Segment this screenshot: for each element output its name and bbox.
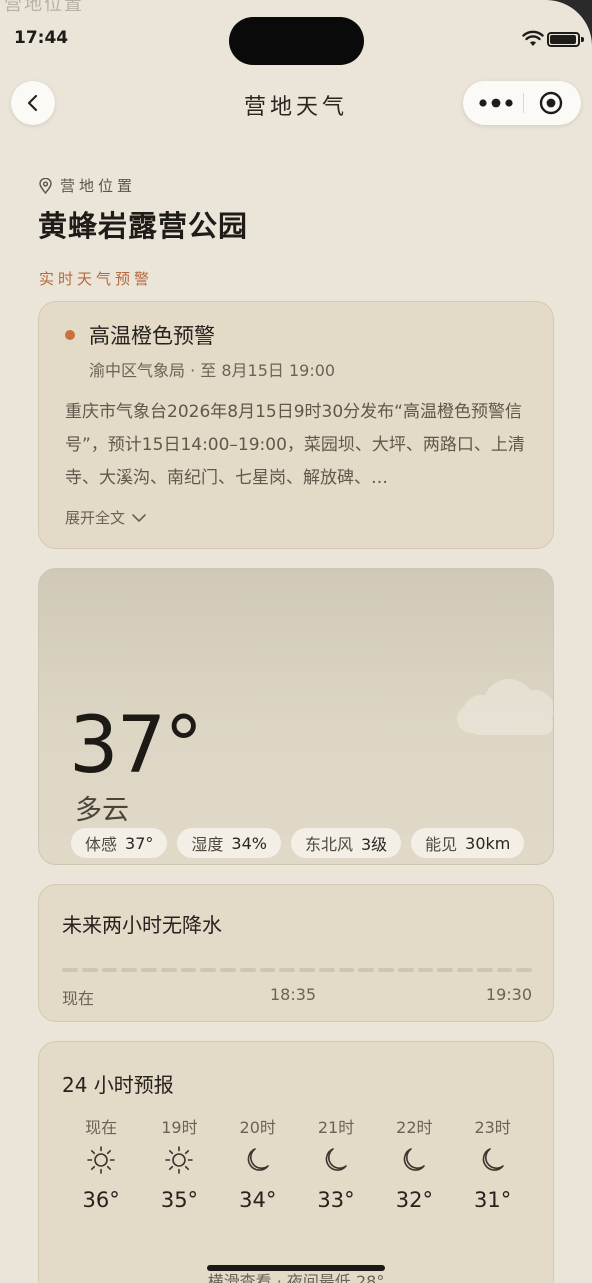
- forecast-temp: 32°: [395, 1188, 433, 1212]
- capsule-divider: [523, 93, 524, 113]
- forecast-hour-label: 20时: [239, 1118, 276, 1137]
- sun-icon: [165, 1146, 194, 1174]
- weather-stats: 体感 37° 湿度 34% 东北风 3级 能见 30km: [71, 828, 525, 858]
- battery-icon: [547, 32, 584, 47]
- stat-label: 体感: [85, 835, 118, 854]
- forecast-hour: 19时 35°: [140, 1114, 218, 1212]
- time-label-end: 19:30: [485, 985, 532, 1004]
- time-label-mid: 18:35: [270, 985, 317, 1004]
- chevron-down-icon: [132, 513, 146, 522]
- dynamic-island: [229, 17, 364, 65]
- time-label-now: 现在: [62, 989, 95, 1008]
- moon-icon: [247, 1148, 269, 1171]
- forecast-hour-label: 21时: [317, 1118, 355, 1137]
- stat-value: 37°: [125, 833, 154, 853]
- location-label: 营地位置: [39, 175, 136, 196]
- stat-label: 能见: [425, 835, 458, 854]
- precipitation-timeline: [62, 968, 532, 972]
- forecast-hour: 23时 31°: [453, 1114, 531, 1212]
- forecast-hour: 22时 32°: [375, 1114, 453, 1212]
- current-condition: 多云: [75, 795, 129, 826]
- stat-label: 湿度: [191, 835, 224, 854]
- status-bar: 17:44: [0, 0, 592, 70]
- forecast-hour: 现在 36°: [62, 1114, 140, 1212]
- forecast-hour-label: 22时: [396, 1118, 433, 1137]
- moon-icon: [404, 1148, 426, 1171]
- stat-wind: 东北风 3级: [290, 828, 402, 858]
- cloud-icon: [457, 679, 553, 735]
- forecast-hour-label: 23时: [474, 1118, 511, 1137]
- alert-level-dot: [65, 330, 75, 340]
- forecast-temp: 36°: [82, 1188, 120, 1212]
- stat-value: 3级: [360, 835, 388, 854]
- forecast-hour: 20时 34°: [219, 1114, 297, 1212]
- miniprogram-capsule: [463, 81, 581, 125]
- nav-bar: 营地天气: [0, 78, 592, 130]
- expand-full-text-button[interactable]: 展开全文: [65, 507, 147, 528]
- forecast-temp: 35°: [160, 1188, 199, 1212]
- stat-value: 30km: [465, 833, 511, 853]
- camp-name: 黄蜂岩露营公园: [38, 209, 249, 243]
- forecast-hour: 21时 33°: [297, 1114, 375, 1212]
- home-indicator[interactable]: [207, 1265, 385, 1271]
- stat-value: 34%: [231, 833, 267, 853]
- more-icon[interactable]: [477, 95, 517, 111]
- hourly-forecast-list[interactable]: 现在 36° 19时 35° 20时 34° 21时 33° 22时 32° 2…: [62, 1114, 532, 1212]
- alert-body: 重庆市气象台2026年8月15日9时30分发布“高温橙色预警信号”，预计15日1…: [65, 402, 525, 488]
- current-weather-card: 37° 多云 体感 37° 湿度 34% 东北风 3级 能见 30km: [38, 568, 554, 865]
- location-pin-icon: [39, 177, 52, 194]
- stat-humidity: 湿度 34%: [177, 828, 281, 858]
- weather-alert-card[interactable]: 高温橙色预警 渝中区气象局 · 至 8月15日 19:00 重庆市气象台2026…: [38, 301, 554, 549]
- precipitation-card: 未来两小时无降水 现在 18:35 19:30: [38, 884, 554, 1022]
- moon-icon: [482, 1148, 504, 1171]
- precipitation-summary: 未来两小时无降水: [62, 913, 222, 937]
- stat-label: 东北风: [304, 835, 353, 854]
- forecast-temp: 33°: [317, 1188, 355, 1212]
- sun-icon: [87, 1146, 115, 1174]
- stat-feels-like: 体感 37°: [71, 828, 168, 858]
- current-temperature: 37°: [69, 701, 203, 791]
- forecast-hour-label: 现在: [85, 1118, 118, 1137]
- moon-icon: [325, 1148, 347, 1171]
- forecast-hour-label: 19时: [161, 1118, 198, 1137]
- alert-section-label: 实时天气预警: [39, 270, 154, 288]
- hourly-forecast-title: 24 小时预报: [62, 1073, 174, 1097]
- alert-title: 高温橙色预警: [89, 324, 215, 348]
- location-label-text: 营地位置: [60, 177, 137, 195]
- expand-label: 展开全文: [65, 509, 126, 527]
- status-time: 17:44: [14, 28, 69, 48]
- close-miniprogram-icon[interactable]: [539, 91, 563, 115]
- alert-meta: 渝中区气象局 · 至 8月15日 19:00: [89, 361, 336, 380]
- stat-visibility: 能见 30km: [411, 828, 525, 858]
- forecast-temp: 34°: [239, 1188, 277, 1212]
- hourly-forecast-card: 24 小时预报 现在 36° 19时 35° 20时 34° 21时 33° 2…: [38, 1041, 554, 1283]
- wifi-icon: [522, 30, 544, 46]
- phone-screen: 营地位置 17:44 营地天气 营地位置 黄蜂岩露营公园 实时天气预警 高温橙色…: [0, 0, 592, 1283]
- forecast-temp: 31°: [474, 1188, 512, 1212]
